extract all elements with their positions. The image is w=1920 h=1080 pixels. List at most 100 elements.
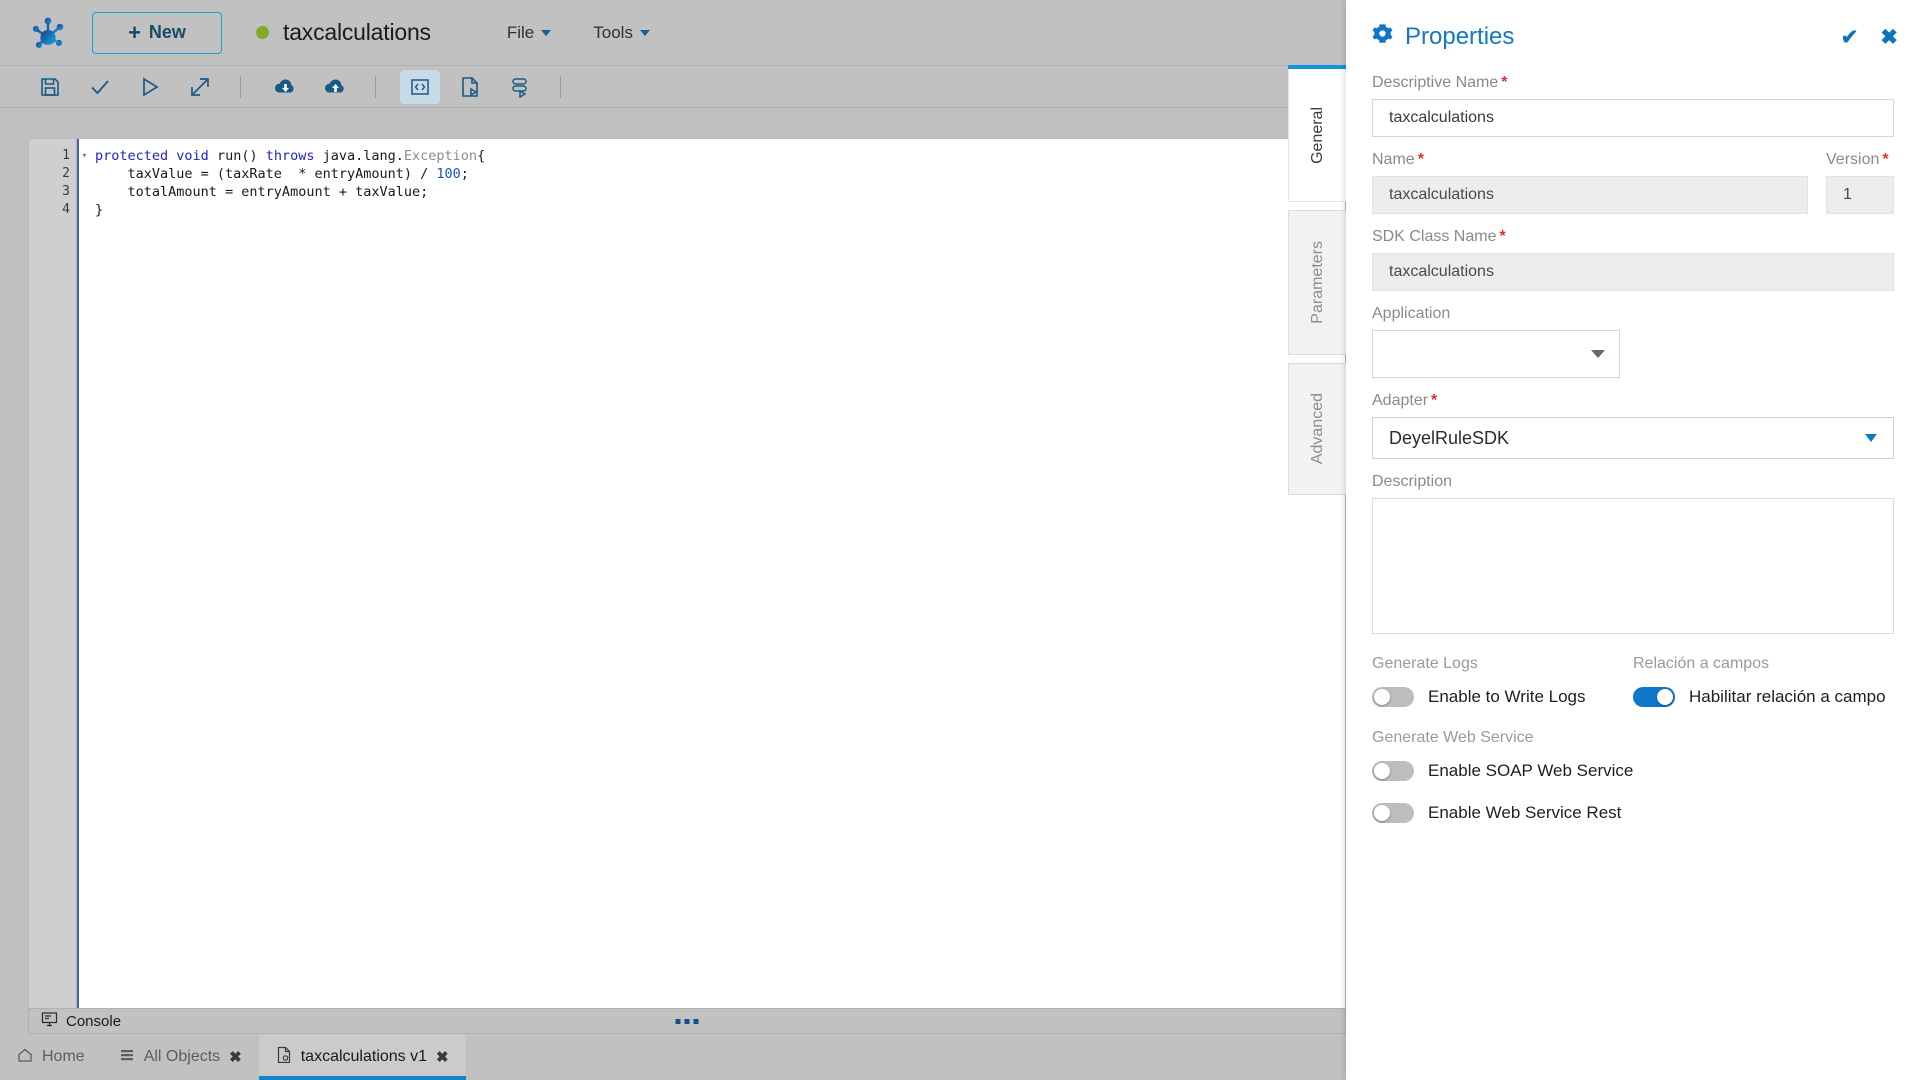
console-resize-handle[interactable] xyxy=(675,1018,699,1024)
close-icon[interactable]: ✖ xyxy=(229,1048,242,1066)
toggle-enable-write-logs[interactable]: Enable to Write Logs xyxy=(1372,687,1633,707)
field-adapter: Adapter * DeyelRuleSDK xyxy=(1372,392,1894,459)
run-play-icon[interactable] xyxy=(130,70,170,104)
top-bar: + New taxcalculations File Tools xyxy=(0,0,1346,66)
validate-check-icon[interactable] xyxy=(80,70,120,104)
code-token-type: Exception xyxy=(403,148,478,164)
console-bar[interactable]: Console xyxy=(28,1008,1346,1034)
panel-vertical-tabs: General Parameters Advanced xyxy=(1288,65,1346,503)
vtab-parameters[interactable]: Parameters xyxy=(1288,210,1346,355)
code-line-3: totalAmount = entryAmount + taxValue; xyxy=(95,184,429,200)
code-view-icon[interactable] xyxy=(400,69,440,104)
bottom-tab-taxcalculations-label: taxcalculations v1 xyxy=(300,1048,428,1065)
toggle-enable-soap[interactable]: Enable SOAP Web Service xyxy=(1372,761,1894,781)
toggle-headers-row: Generate Logs Enable to Write Logs Relac… xyxy=(1372,655,1894,729)
toolbar-divider xyxy=(375,75,376,98)
code-token-keyword: protected xyxy=(95,148,169,164)
bottom-tab-home-label: Home xyxy=(42,1048,85,1065)
list-icon xyxy=(119,1047,135,1068)
code-editor[interactable]: 1 2 3 4 protected void run() throws java… xyxy=(28,138,1346,1008)
toolbar-divider xyxy=(240,75,241,98)
export-arrow-icon[interactable] xyxy=(180,70,220,104)
toggle-section: Generate Logs Enable to Write Logs Relac… xyxy=(1372,655,1894,823)
properties-panel: Properties ✔ ✖ Descriptive Name* Name* xyxy=(1346,0,1920,1080)
line-number: 4 xyxy=(62,202,70,217)
properties-form: Descriptive Name* Name* Version* xyxy=(1346,74,1920,823)
adapter-select[interactable]: DeyelRuleSDK xyxy=(1372,417,1894,459)
properties-title-group: Properties xyxy=(1372,23,1514,51)
close-icon[interactable]: ✖ xyxy=(436,1048,449,1066)
bottom-tab-all-objects[interactable]: All Objects ✖ xyxy=(102,1034,259,1080)
document-status: taxcalculations xyxy=(256,19,431,46)
habilitar-relacion-switch[interactable] xyxy=(1633,687,1675,707)
vtab-advanced[interactable]: Advanced xyxy=(1288,363,1346,495)
code-token-keyword: void xyxy=(176,148,209,164)
vtab-general[interactable]: General xyxy=(1288,65,1346,202)
adapter-label-text: Adapter xyxy=(1372,392,1429,409)
line-number-gutter: 1 2 3 4 xyxy=(29,139,87,1008)
adapter-label: Adapter * xyxy=(1372,392,1894,410)
cloud-upload-icon[interactable] xyxy=(315,70,355,104)
descriptive-name-label-text: Descriptive Name xyxy=(1372,74,1499,91)
vtab-advanced-label: Advanced xyxy=(1308,393,1326,465)
bottom-tab-taxcalculations[interactable]: taxcalculations v1 ✖ xyxy=(258,1034,466,1080)
bottom-tab-home[interactable]: Home xyxy=(0,1034,102,1080)
toggle-enable-rest[interactable]: Enable Web Service Rest xyxy=(1372,803,1894,823)
enable-write-logs-switch[interactable] xyxy=(1372,687,1414,707)
enable-write-logs-label: Enable to Write Logs xyxy=(1428,687,1586,706)
close-icon[interactable]: ✖ xyxy=(1880,25,1898,50)
application-label: Application xyxy=(1372,305,1451,322)
menu-tools-label: Tools xyxy=(593,22,633,42)
version-input[interactable] xyxy=(1826,176,1894,214)
toolbar xyxy=(0,66,1346,108)
code-line-2: taxValue = (taxRate * entryAmount) / xyxy=(95,166,437,182)
new-button[interactable]: + New xyxy=(92,11,222,54)
properties-panel-actions: ✔ ✖ xyxy=(1841,25,1898,50)
required-marker: * xyxy=(1499,228,1506,245)
document-run-icon[interactable] xyxy=(450,70,490,104)
console-monitor-icon xyxy=(41,1011,58,1032)
enable-soap-switch[interactable] xyxy=(1372,761,1414,781)
line-number: 2 xyxy=(62,166,70,181)
cloud-download-icon[interactable] xyxy=(265,70,305,104)
properties-title: Properties xyxy=(1405,23,1515,50)
description-textarea[interactable] xyxy=(1372,498,1894,634)
gear-icon xyxy=(1372,23,1393,51)
application-select[interactable] xyxy=(1372,330,1620,378)
vtab-general-label: General xyxy=(1308,106,1326,164)
file-rule-icon xyxy=(276,1046,292,1068)
generate-logs-header: Generate Logs xyxy=(1372,655,1478,672)
field-application: Application xyxy=(1372,305,1894,378)
check-icon[interactable]: ✔ xyxy=(1841,25,1859,50)
chevron-down-icon xyxy=(1865,434,1877,442)
descriptive-name-input[interactable] xyxy=(1372,99,1894,137)
description-label: Description xyxy=(1372,473,1453,490)
field-name: Name * xyxy=(1372,151,1808,214)
chevron-down-icon xyxy=(1591,350,1605,358)
required-marker: * xyxy=(1501,74,1508,91)
name-input[interactable] xyxy=(1372,176,1808,214)
relacion-campos-header: Relación a campos xyxy=(1633,655,1770,672)
line-number: 1 xyxy=(29,147,87,165)
sdk-class-name-input[interactable] xyxy=(1372,253,1894,291)
layers-icon[interactable] xyxy=(500,70,540,104)
sdk-class-name-label: SDK Class Name * xyxy=(1372,228,1894,246)
descriptive-name-label: Descriptive Name * xyxy=(1372,74,1894,92)
name-label-text: Name xyxy=(1372,151,1415,168)
page-title: taxcalculations xyxy=(283,19,431,45)
code-token-semi: ; xyxy=(460,166,469,182)
toggle-habilitar-relacion[interactable]: Habilitar relación a campo xyxy=(1633,687,1894,707)
enable-rest-label: Enable Web Service Rest xyxy=(1428,803,1622,822)
code-content[interactable]: protected void run() throws java.lang.Ex… xyxy=(77,139,1345,1008)
generate-logs-group: Generate Logs Enable to Write Logs xyxy=(1372,655,1633,729)
menu-bar: File Tools xyxy=(507,23,650,43)
required-marker: * xyxy=(1882,151,1889,168)
menu-file[interactable]: File xyxy=(507,23,552,43)
code-token-brace: { xyxy=(477,148,486,164)
enable-rest-switch[interactable] xyxy=(1372,803,1414,823)
field-description: Description xyxy=(1372,473,1894,639)
menu-tools[interactable]: Tools xyxy=(593,23,650,43)
relacion-campos-group: Relación a campos Habilitar relación a c… xyxy=(1633,655,1894,729)
home-icon xyxy=(17,1047,33,1068)
save-icon[interactable] xyxy=(30,70,70,104)
